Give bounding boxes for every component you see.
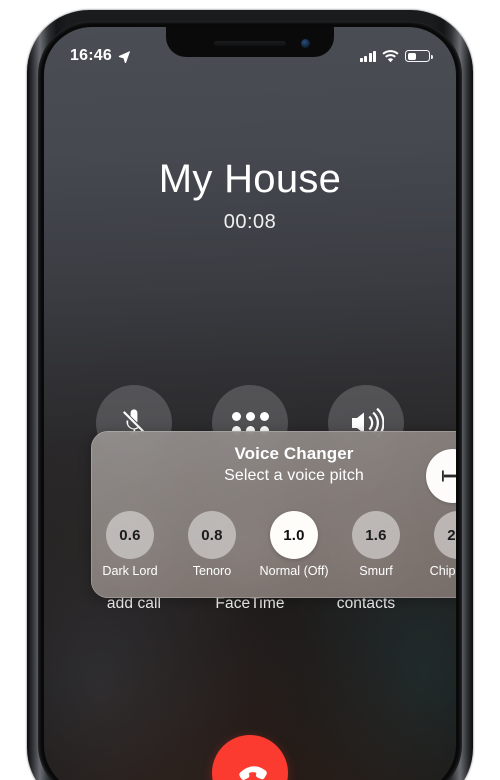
pitch-value-circle[interactable]: 0.8 [188,511,236,559]
pitch-value-circle[interactable]: 2.2 [434,511,456,559]
voice-changer-title: Voice Changer [234,444,354,463]
phone-down-icon [239,766,267,780]
caller-name: My House [158,157,342,201]
front-camera-icon [301,39,310,48]
voice-changer-subtitle: Select a voice pitch [224,467,364,484]
voice-changer-panel: Voice Changer Select a voice pitch 0.6 D… [91,431,456,598]
call-header: My House 00:08 [44,157,456,234]
pitch-value-circle[interactable]: 1.6 [352,511,400,559]
pitch-option-normal[interactable]: 1.0 Normal (Off) [259,511,329,578]
pitch-option-label: Normal (Off) [259,564,329,578]
battery-level-fill [407,52,416,60]
pitch-option-label: Tenoro [192,564,232,578]
status-bar-clock: 16:46 [70,47,112,64]
cellular-signal-icon [359,50,376,62]
status-bar-right [359,49,433,63]
pitch-value-circle[interactable]: 1.0 [270,511,318,559]
phone-screen: 16:46 My House 00:08 add call FaceTime c… [44,27,456,780]
pitch-option-dark-lord[interactable]: 0.6 Dark Lord [98,511,163,578]
pitch-option-smurf[interactable]: 1.6 Smurf [344,511,409,578]
pitch-value-circle[interactable]: 0.6 [106,511,154,559]
wifi-icon [382,49,399,62]
location-arrow-icon [118,50,131,63]
earpiece-speaker-icon [214,41,286,46]
pitch-option-label: Smurf [359,564,393,578]
status-bar-left: 16:46 [70,47,131,65]
display-notch [166,27,334,57]
battery-icon [405,50,433,62]
voice-pitch-options: 0.6 Dark Lord 0.8 Tenoro 1.0 Normal (Off… [91,511,456,578]
call-duration: 00:08 [223,211,277,233]
pitch-option-tenoro[interactable]: 0.8 Tenoro [180,511,245,578]
screenshot-root: 16:46 My House 00:08 add call FaceTime c… [0,0,500,780]
pitch-option-label: Chipmunk [429,564,456,578]
end-call-button[interactable] [212,735,288,780]
pitch-option-chipmunk[interactable]: 2.2 Chipmunk [426,511,456,578]
pitch-option-label: Dark Lord [102,564,158,578]
pitch-slider-icon [442,470,456,482]
